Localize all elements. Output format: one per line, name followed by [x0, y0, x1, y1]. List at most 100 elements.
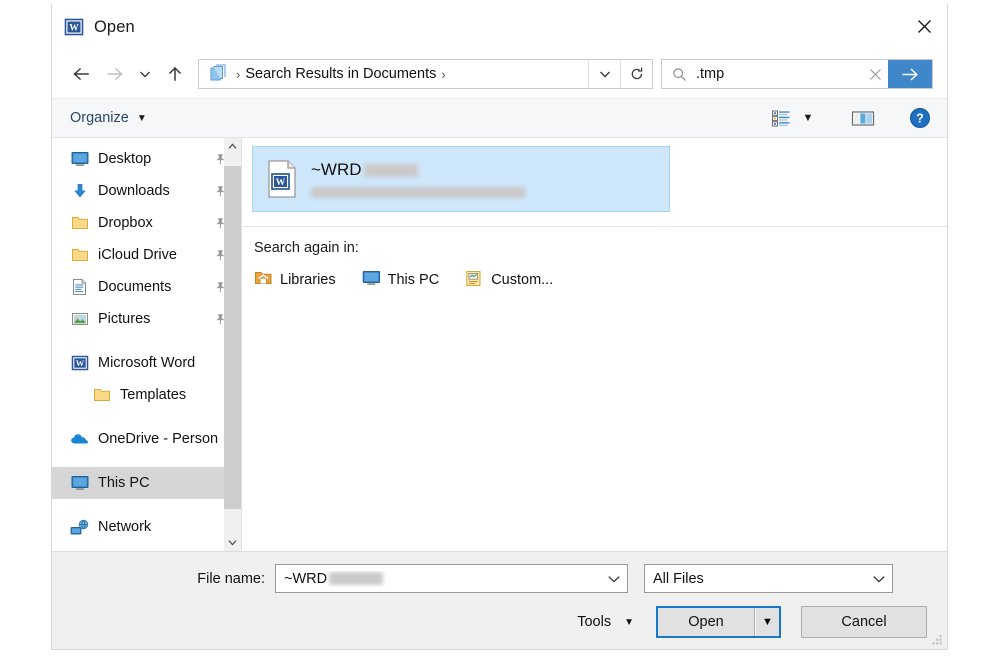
search-input[interactable]: .tmp [696, 66, 862, 82]
back-button[interactable] [64, 57, 98, 91]
view-options-button[interactable] [767, 103, 795, 133]
open-file-dialog: W Open [51, 4, 948, 650]
sidebar-item-label: Network [98, 519, 151, 535]
this-pc-icon [70, 474, 89, 493]
sidebar-item-label: Dropbox [98, 215, 153, 231]
sidebar-item-pictures[interactable]: Pictures [52, 303, 241, 335]
sidebar-item-icloud-drive[interactable]: iCloud Drive [52, 239, 241, 271]
search-again-label-text: This PC [388, 272, 440, 288]
sidebar-scrollbar[interactable] [224, 138, 241, 551]
chevron-down-icon: ▼ [803, 112, 814, 124]
dialog-body: Desktop Downloads [52, 138, 947, 551]
sidebar-item-microsoft-word[interactable]: W Microsoft Word [52, 347, 241, 379]
navigation-bar: › Search Results in Documents › [52, 50, 947, 98]
open-split-button[interactable]: Open ▼ [656, 606, 781, 638]
open-dropdown-button[interactable]: ▼ [755, 608, 779, 636]
navigation-sidebar: Desktop Downloads [52, 138, 241, 551]
chevron-down-icon[interactable] [601, 565, 627, 592]
scroll-up-button[interactable] [224, 138, 241, 155]
sidebar-item-label: This PC [98, 475, 150, 491]
search-again-label-text: Libraries [280, 272, 336, 288]
desktop-icon [70, 150, 89, 169]
scrollbar-thumb[interactable] [224, 166, 241, 509]
breadcrumb-separator: › [231, 68, 245, 81]
search-box[interactable]: .tmp [661, 59, 933, 89]
sidebar-item-label: Downloads [98, 183, 170, 199]
file-path-redacted [311, 187, 525, 198]
svg-text:?: ? [916, 112, 924, 126]
search-again-label-text: Custom... [491, 272, 553, 288]
sidebar-item-documents[interactable]: Documents [52, 271, 241, 303]
magnifier-icon [672, 67, 687, 82]
organize-button[interactable]: Organize ▼ [70, 110, 147, 126]
search-again-this-pc[interactable]: This PC [362, 270, 440, 289]
search-again-section: Search again in: Libraries [242, 227, 947, 289]
file-name: ~WRD [311, 160, 525, 180]
sidebar-item-label: Documents [98, 279, 171, 295]
sidebar-item-dropbox[interactable]: Dropbox [52, 207, 241, 239]
sidebar-item-onedrive[interactable]: OneDrive - Person [52, 423, 241, 455]
svg-text:W: W [75, 358, 84, 368]
recent-locations-button[interactable] [132, 57, 158, 91]
cancel-button[interactable]: Cancel [801, 606, 927, 638]
command-toolbar: Organize ▼ ▼ [52, 98, 947, 138]
breadcrumb-separator-end[interactable]: › [436, 68, 450, 81]
this-pc-icon [362, 270, 381, 289]
chevron-down-icon[interactable] [866, 565, 892, 592]
forward-button[interactable] [98, 57, 132, 91]
file-name-input[interactable]: ~WRD [275, 564, 628, 593]
network-icon [70, 518, 89, 537]
chevron-down-icon: ▼ [137, 113, 147, 124]
file-type-select[interactable]: All Files [644, 564, 893, 593]
search-submit-button[interactable] [888, 60, 932, 88]
file-list-item[interactable]: W ~WRD [252, 146, 670, 212]
sidebar-item-downloads[interactable]: Downloads [52, 175, 241, 207]
file-item-text: ~WRD [311, 160, 525, 198]
file-name-value[interactable]: ~WRD [284, 571, 601, 587]
search-again-custom[interactable]: Custom... [465, 270, 553, 289]
preview-pane-button[interactable] [847, 103, 879, 133]
sidebar-item-label: iCloud Drive [98, 247, 177, 263]
folder-icon [92, 386, 111, 405]
refresh-button[interactable] [621, 60, 652, 88]
search-again-libraries[interactable]: Libraries [254, 270, 336, 289]
resize-grip[interactable] [931, 633, 944, 646]
file-list-pane: W ~WRD Search again in: [242, 138, 947, 551]
sidebar-item-desktop[interactable]: Desktop [52, 143, 241, 175]
downloads-icon [70, 182, 89, 201]
address-bar[interactable]: › Search Results in Documents › [198, 59, 653, 89]
search-results-folder-icon [207, 64, 227, 84]
scroll-down-button[interactable] [224, 534, 241, 551]
help-button[interactable]: ? [905, 103, 935, 133]
custom-search-icon [465, 270, 484, 289]
word-doc-icon: W [265, 159, 299, 199]
dialog-footer: File name: ~WRD All Files [52, 551, 947, 649]
breadcrumb[interactable]: Search Results in Documents [245, 66, 436, 82]
svg-text:W: W [69, 24, 79, 34]
sidebar-item-this-pc[interactable]: This PC [52, 467, 241, 499]
documents-icon [70, 278, 89, 297]
scrollbar-track[interactable] [224, 155, 241, 534]
sidebar-item-label: OneDrive - Person [98, 431, 218, 447]
address-dropdown-button[interactable] [589, 60, 620, 88]
file-name-text: ~WRD [284, 571, 327, 587]
sidebar-item-templates[interactable]: Templates [52, 379, 241, 411]
tools-label: Tools [577, 614, 611, 630]
view-options-caret[interactable]: ▼ [795, 103, 821, 133]
folder-icon [70, 214, 89, 233]
file-name-redacted [364, 164, 418, 177]
file-name-input-redacted [329, 572, 383, 585]
sidebar-item-network[interactable]: Network [52, 511, 241, 543]
search-clear-icon[interactable] [862, 60, 888, 88]
sidebar-item-label: Templates [120, 387, 186, 403]
search-again-links: Libraries This PC [254, 270, 947, 289]
tools-button[interactable]: Tools ▼ [577, 614, 634, 630]
chevron-down-icon: ▼ [624, 617, 634, 628]
sidebar-item-label: Pictures [98, 311, 150, 327]
up-button[interactable] [158, 57, 192, 91]
file-name-label: File name: [72, 571, 275, 587]
word-icon: W [70, 354, 89, 373]
search-results-list: W ~WRD [242, 138, 947, 212]
close-button[interactable] [901, 4, 947, 48]
open-button[interactable]: Open [658, 608, 755, 636]
